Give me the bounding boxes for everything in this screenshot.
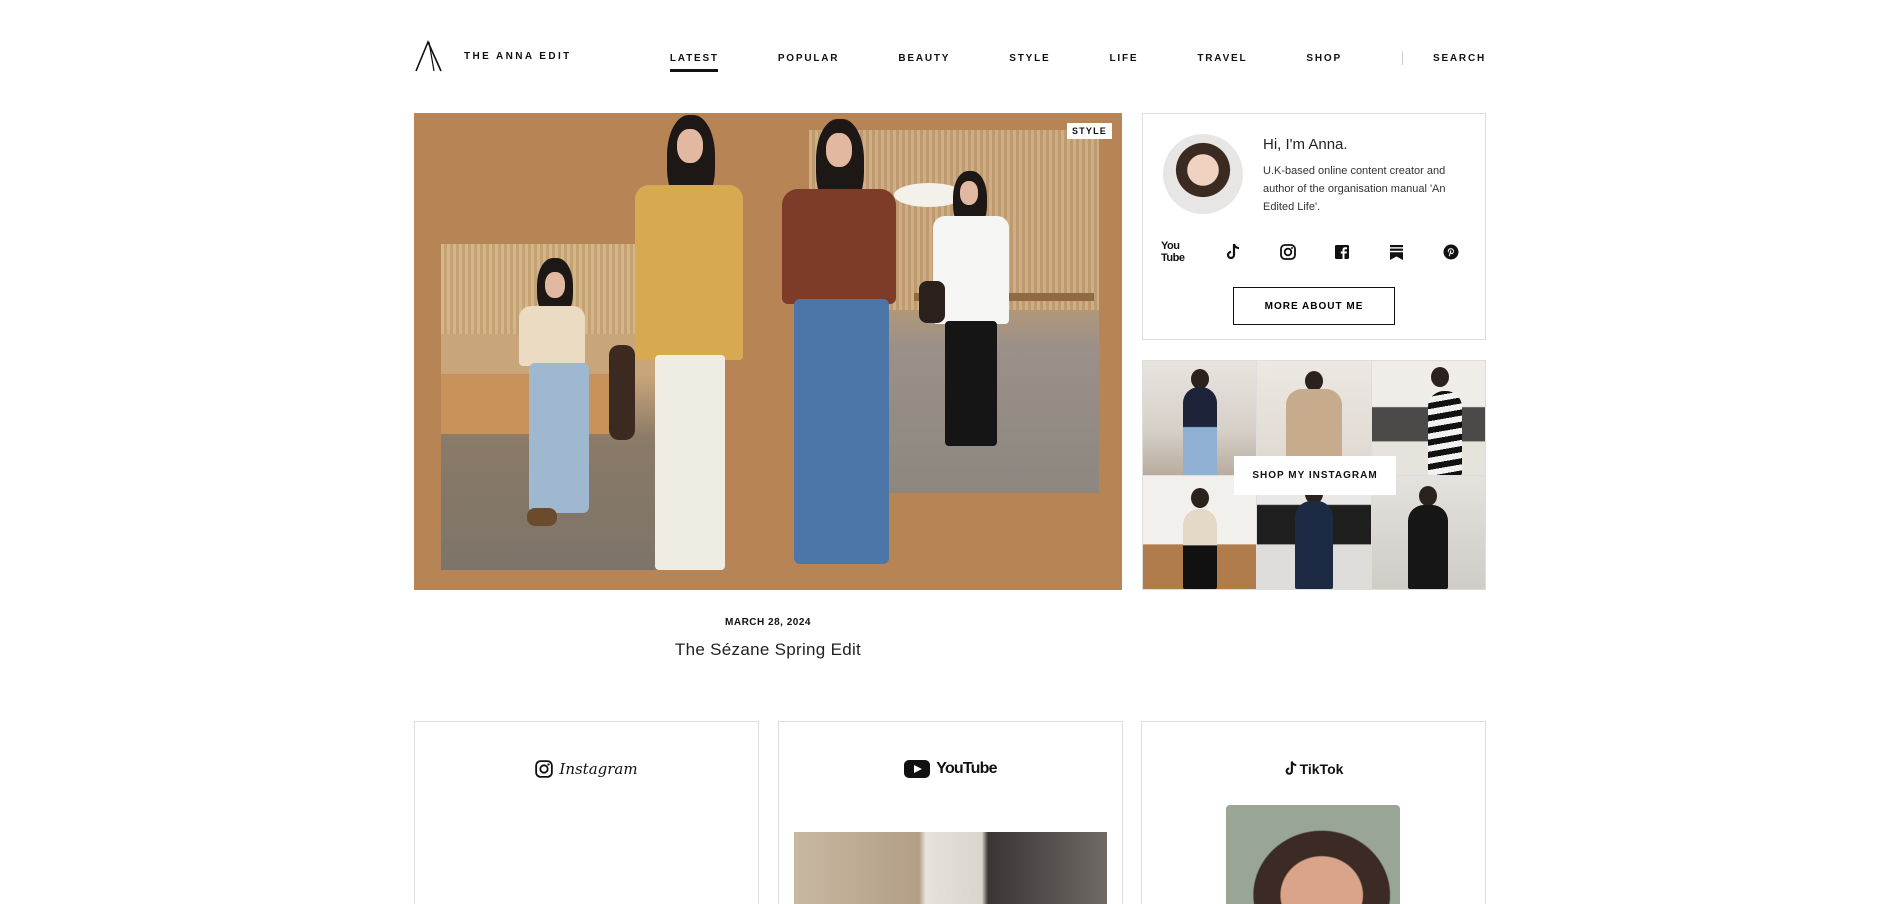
substack-icon[interactable] xyxy=(1379,240,1415,264)
facebook-icon[interactable] xyxy=(1324,240,1360,264)
youtube-card-label: YouTube xyxy=(936,760,997,777)
nav-style[interactable]: STYLE xyxy=(1009,53,1050,69)
pinterest-icon[interactable] xyxy=(1433,240,1469,264)
main-nav: LATEST POPULAR BEAUTY STYLE LIFE TRAVEL … xyxy=(611,51,1486,72)
instagram-icon[interactable] xyxy=(1270,240,1306,264)
nav-search[interactable]: SEARCH xyxy=(1433,53,1486,69)
logo[interactable]: THE ANNA EDIT xyxy=(414,40,572,72)
logo-mark-icon xyxy=(415,40,442,72)
youtube-card[interactable]: YouTube xyxy=(778,721,1123,904)
figure-white-shirt xyxy=(919,171,1019,511)
tiktok-card[interactable]: TikTok xyxy=(1141,721,1486,904)
about-card: Hi, I'm Anna. U.K-based online content c… xyxy=(1142,113,1486,340)
nav-latest[interactable]: LATEST xyxy=(669,53,719,72)
tiktok-card-label: TikTok xyxy=(1299,760,1344,777)
nav-shop[interactable]: SHOP xyxy=(1306,53,1342,69)
avatar xyxy=(1163,134,1243,214)
hero-image[interactable]: STYLE xyxy=(414,113,1122,590)
youtube-icon-label: You Tube xyxy=(1161,240,1185,264)
nav-beauty[interactable]: BEAUTY xyxy=(898,53,950,69)
about-title: Hi, I'm Anna. xyxy=(1263,136,1348,153)
instagram-card-heading: Instagram xyxy=(415,760,758,778)
post-date: MARCH 28, 2024 xyxy=(725,617,811,628)
post-title[interactable]: The Sézane Spring Edit xyxy=(414,640,1122,660)
youtube-icon[interactable]: You Tube xyxy=(1161,240,1197,264)
youtube-video-thumbnail[interactable] xyxy=(794,832,1107,904)
tiktok-icon[interactable] xyxy=(1215,240,1251,264)
figure-yellow-jacket xyxy=(609,115,749,585)
shop-my-instagram-button[interactable]: SHOP MY INSTAGRAM xyxy=(1234,456,1396,495)
about-text: U.K-based online content creator and aut… xyxy=(1263,165,1446,213)
nav-popular[interactable]: POPULAR xyxy=(778,53,840,69)
youtube-icon xyxy=(904,760,931,778)
social-links: You Tube xyxy=(1161,240,1469,264)
tiktok-icon xyxy=(1284,760,1298,777)
nav-divider xyxy=(1401,51,1403,65)
figure-seated xyxy=(509,258,599,558)
instagram-card-label: Instagram xyxy=(559,760,638,778)
more-about-me-button[interactable]: MORE ABOUT ME xyxy=(1233,287,1395,325)
site-name: THE ANNA EDIT xyxy=(464,50,572,62)
instagram-icon xyxy=(535,760,554,778)
nav-travel[interactable]: TRAVEL xyxy=(1197,53,1247,69)
nav-life[interactable]: LIFE xyxy=(1109,53,1138,69)
category-badge[interactable]: STYLE xyxy=(1066,123,1112,139)
tiktok-card-heading: TikTok xyxy=(1142,760,1485,777)
figure-brown-cardigan xyxy=(774,119,904,579)
youtube-card-heading: YouTube xyxy=(779,760,1122,778)
instagram-card[interactable]: Instagram xyxy=(414,721,759,904)
tiktok-video-thumbnail[interactable] xyxy=(1226,805,1400,904)
site-header: THE ANNA EDIT LATEST POPULAR BEAUTY STYL… xyxy=(414,40,1486,80)
